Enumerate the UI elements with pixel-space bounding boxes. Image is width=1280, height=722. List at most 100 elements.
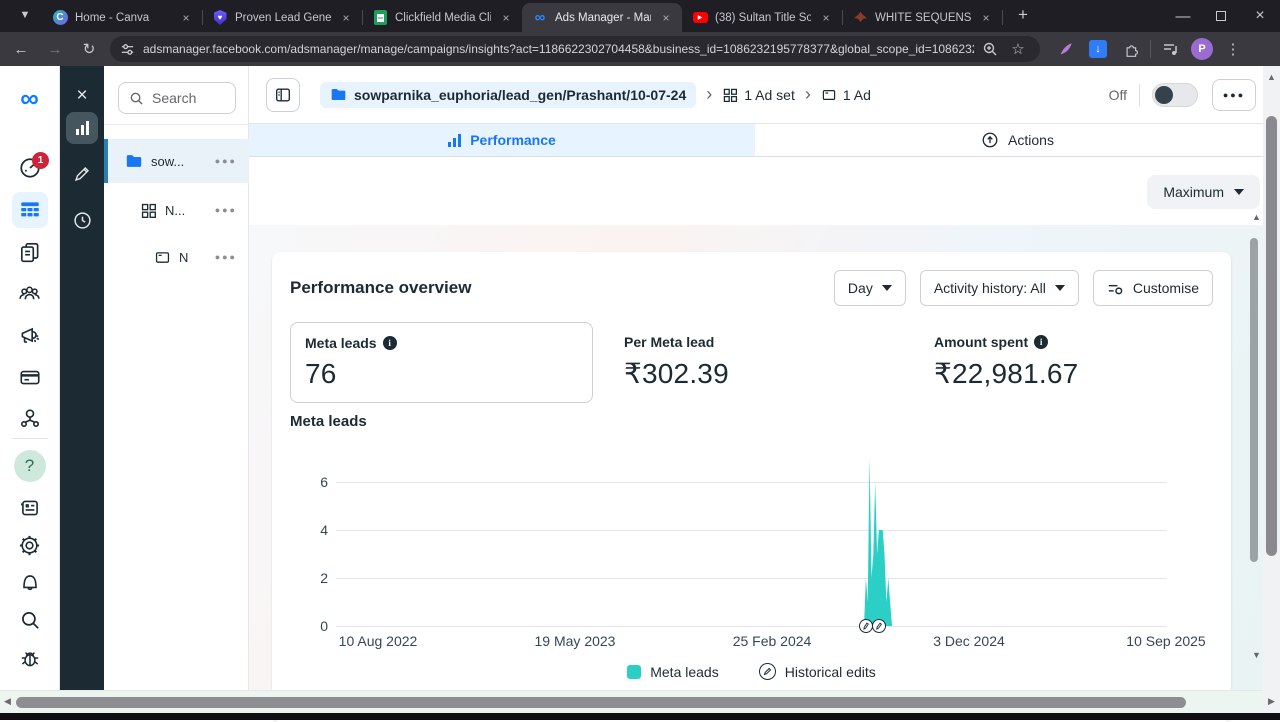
meta-nav-rail: ∞ 1 ? [0, 66, 60, 720]
charts-tab-icon[interactable] [66, 112, 98, 144]
content-vertical-scrollbar[interactable]: ▲ ▼ [1248, 212, 1260, 662]
customise-sliders-icon [1107, 280, 1124, 297]
search-input[interactable] [152, 90, 222, 106]
media-controls-icon[interactable] [1159, 37, 1183, 61]
more-options-button[interactable]: ●●● [1212, 79, 1256, 111]
actions-arrow-icon [981, 131, 999, 149]
tab-close-icon[interactable]: × [338, 10, 354, 26]
tree-item-adset[interactable]: N... ●●● [104, 188, 249, 232]
tab-close-icon[interactable]: × [818, 10, 834, 26]
tab-search-chevron-icon[interactable]: ▼ [12, 2, 38, 28]
new-tab-button[interactable]: + [1010, 2, 1036, 28]
metric-amount-spent[interactable]: Amount spenti ₹22,981.67 [920, 322, 1213, 403]
window-minimize-button[interactable]: — [1164, 3, 1202, 29]
maximum-dropdown[interactable]: Maximum [1147, 175, 1260, 209]
advertising-megaphone-icon[interactable] [12, 317, 48, 353]
legend-historical-edits[interactable]: Historical edits [759, 663, 876, 680]
scroll-right-icon[interactable]: ▶ [1268, 696, 1275, 707]
billing-card-icon[interactable] [12, 359, 48, 395]
legend-meta-leads[interactable]: Meta leads [627, 664, 718, 680]
metric-meta-leads[interactable]: Meta leadsi 76 [290, 322, 593, 403]
tab-strip: ▼ C Home - Canva × ♥ Proven Lead Generat… [0, 0, 1280, 32]
toggle-sidebar-button[interactable] [266, 78, 300, 112]
tab-performance[interactable]: Performance [249, 124, 755, 156]
tree-item-ad[interactable]: N ●●● [104, 235, 249, 279]
forward-button[interactable]: → [42, 36, 68, 62]
metric-value: 76 [305, 358, 578, 390]
browser-menu-icon[interactable]: ⋮ [1221, 37, 1245, 61]
chart-legend: Meta leads Historical edits [290, 663, 1213, 680]
customise-button[interactable]: Customise [1093, 270, 1213, 306]
scroll-down-icon[interactable]: ▼ [1252, 650, 1261, 660]
activity-history-dropdown[interactable]: Activity history: All [920, 270, 1079, 306]
tab-close-icon[interactable]: × [498, 10, 514, 26]
scroll-up-icon[interactable]: ▲ [1252, 212, 1261, 222]
address-bar[interactable]: adsmanager.facebook.com/adsmanager/manag… [110, 36, 1040, 62]
whats-new-icon[interactable] [12, 490, 48, 526]
notifications-bell-icon[interactable] [12, 564, 48, 600]
tab-close-icon[interactable]: × [658, 10, 674, 26]
campaign-active-toggle[interactable] [1152, 83, 1198, 107]
tab-close-icon[interactable]: × [178, 10, 194, 26]
settings-gear-icon[interactable] [12, 527, 48, 563]
scroll-up-icon[interactable]: ▲ [1267, 72, 1276, 82]
metric-value: ₹302.39 [624, 357, 906, 390]
breadcrumb-ad[interactable]: 1 Ad [821, 87, 871, 103]
tab-actions[interactable]: Actions [755, 124, 1280, 156]
history-clock-icon[interactable] [66, 204, 98, 236]
edit-pencil-icon[interactable] [66, 158, 98, 190]
browser-tab-proven-lead[interactable]: ♥ Proven Lead Generation St × [202, 3, 362, 32]
scroll-left-icon[interactable]: ◀ [4, 696, 11, 707]
tree-item-menu-icon[interactable]: ●●● [215, 156, 237, 166]
search-rail-icon[interactable] [12, 602, 48, 638]
browser-tab-white-sequens[interactable]: WHITE SEQUENS CUTDAN × [842, 3, 1002, 32]
browser-tab-clickfield-sheet[interactable]: Clickfield Media Clients - G × [362, 3, 522, 32]
tree-item-campaign[interactable]: sow... ●●● [104, 139, 249, 183]
x-tick: 3 Dec 2024 [904, 633, 1034, 649]
grammarly-extension-icon[interactable] [1054, 37, 1078, 61]
metric-per-meta-lead[interactable]: Per Meta lead ₹302.39 [610, 322, 920, 403]
tab-close-icon[interactable]: × [978, 10, 994, 26]
breadcrumb-campaign-chip[interactable]: sowparnika_euphoria/lead_gen/Prashant/10… [320, 82, 696, 108]
scrollbar-thumb[interactable] [1266, 116, 1277, 556]
browser-vertical-scrollbar[interactable]: ▲ [1263, 66, 1280, 713]
ad-icon [154, 249, 171, 266]
back-button[interactable]: ← [8, 36, 34, 62]
meta-logo[interactable]: ∞ [12, 80, 48, 116]
browser-tab-youtube[interactable]: ▶ (38) Sultan Title Song | Sal × [682, 3, 842, 32]
zoom-page-icon[interactable] [982, 41, 998, 57]
info-icon[interactable]: i [1034, 335, 1048, 349]
site-settings-icon[interactable] [120, 42, 135, 57]
campaigns-icon[interactable] [12, 192, 48, 228]
canva-favicon: C [52, 10, 68, 26]
tree-divider [104, 124, 248, 125]
window-maximize-button[interactable] [1202, 3, 1240, 29]
window-close-button[interactable]: × [1240, 3, 1280, 29]
tree-search[interactable] [118, 82, 236, 114]
business-structure-icon[interactable] [12, 400, 48, 436]
close-insights-icon[interactable]: × [66, 80, 98, 112]
reload-button[interactable]: ↻ [76, 36, 102, 62]
browser-tab-ads-manager[interactable]: ∞ Ads Manager - Manage ad × [522, 3, 682, 32]
audiences-icon[interactable] [12, 275, 48, 311]
adset-grid-icon [140, 202, 157, 219]
scrollbar-thumb[interactable] [16, 697, 1186, 708]
help-icon[interactable]: ? [12, 448, 48, 484]
day-breakdown-dropdown[interactable]: Day [834, 270, 906, 306]
info-icon[interactable]: i [383, 336, 397, 350]
profile-avatar[interactable]: P [1191, 38, 1213, 60]
campaign-status-label: Off [1109, 87, 1127, 103]
breadcrumb-adset[interactable]: 1 Ad set [722, 87, 795, 103]
tree-item-menu-icon[interactable]: ●●● [215, 252, 237, 262]
tree-item-label: N [179, 250, 188, 265]
download-extension-icon[interactable]: ↓ [1086, 37, 1110, 61]
report-bug-icon[interactable] [12, 640, 48, 676]
browser-tab-canva[interactable]: C Home - Canva × [42, 3, 202, 32]
bookmark-star-icon[interactable]: ☆ [1006, 37, 1030, 61]
horizontal-scrollbar-track[interactable]: ◀ ▶ [0, 690, 1263, 713]
extensions-puzzle-icon[interactable] [1118, 37, 1142, 61]
ads-reporting-icon[interactable] [12, 234, 48, 270]
browser-toolbar: ← → ↻ adsmanager.facebook.com/adsmanager… [0, 32, 1280, 66]
scrollbar-thumb[interactable] [1250, 238, 1258, 562]
tree-item-menu-icon[interactable]: ●●● [215, 205, 237, 215]
